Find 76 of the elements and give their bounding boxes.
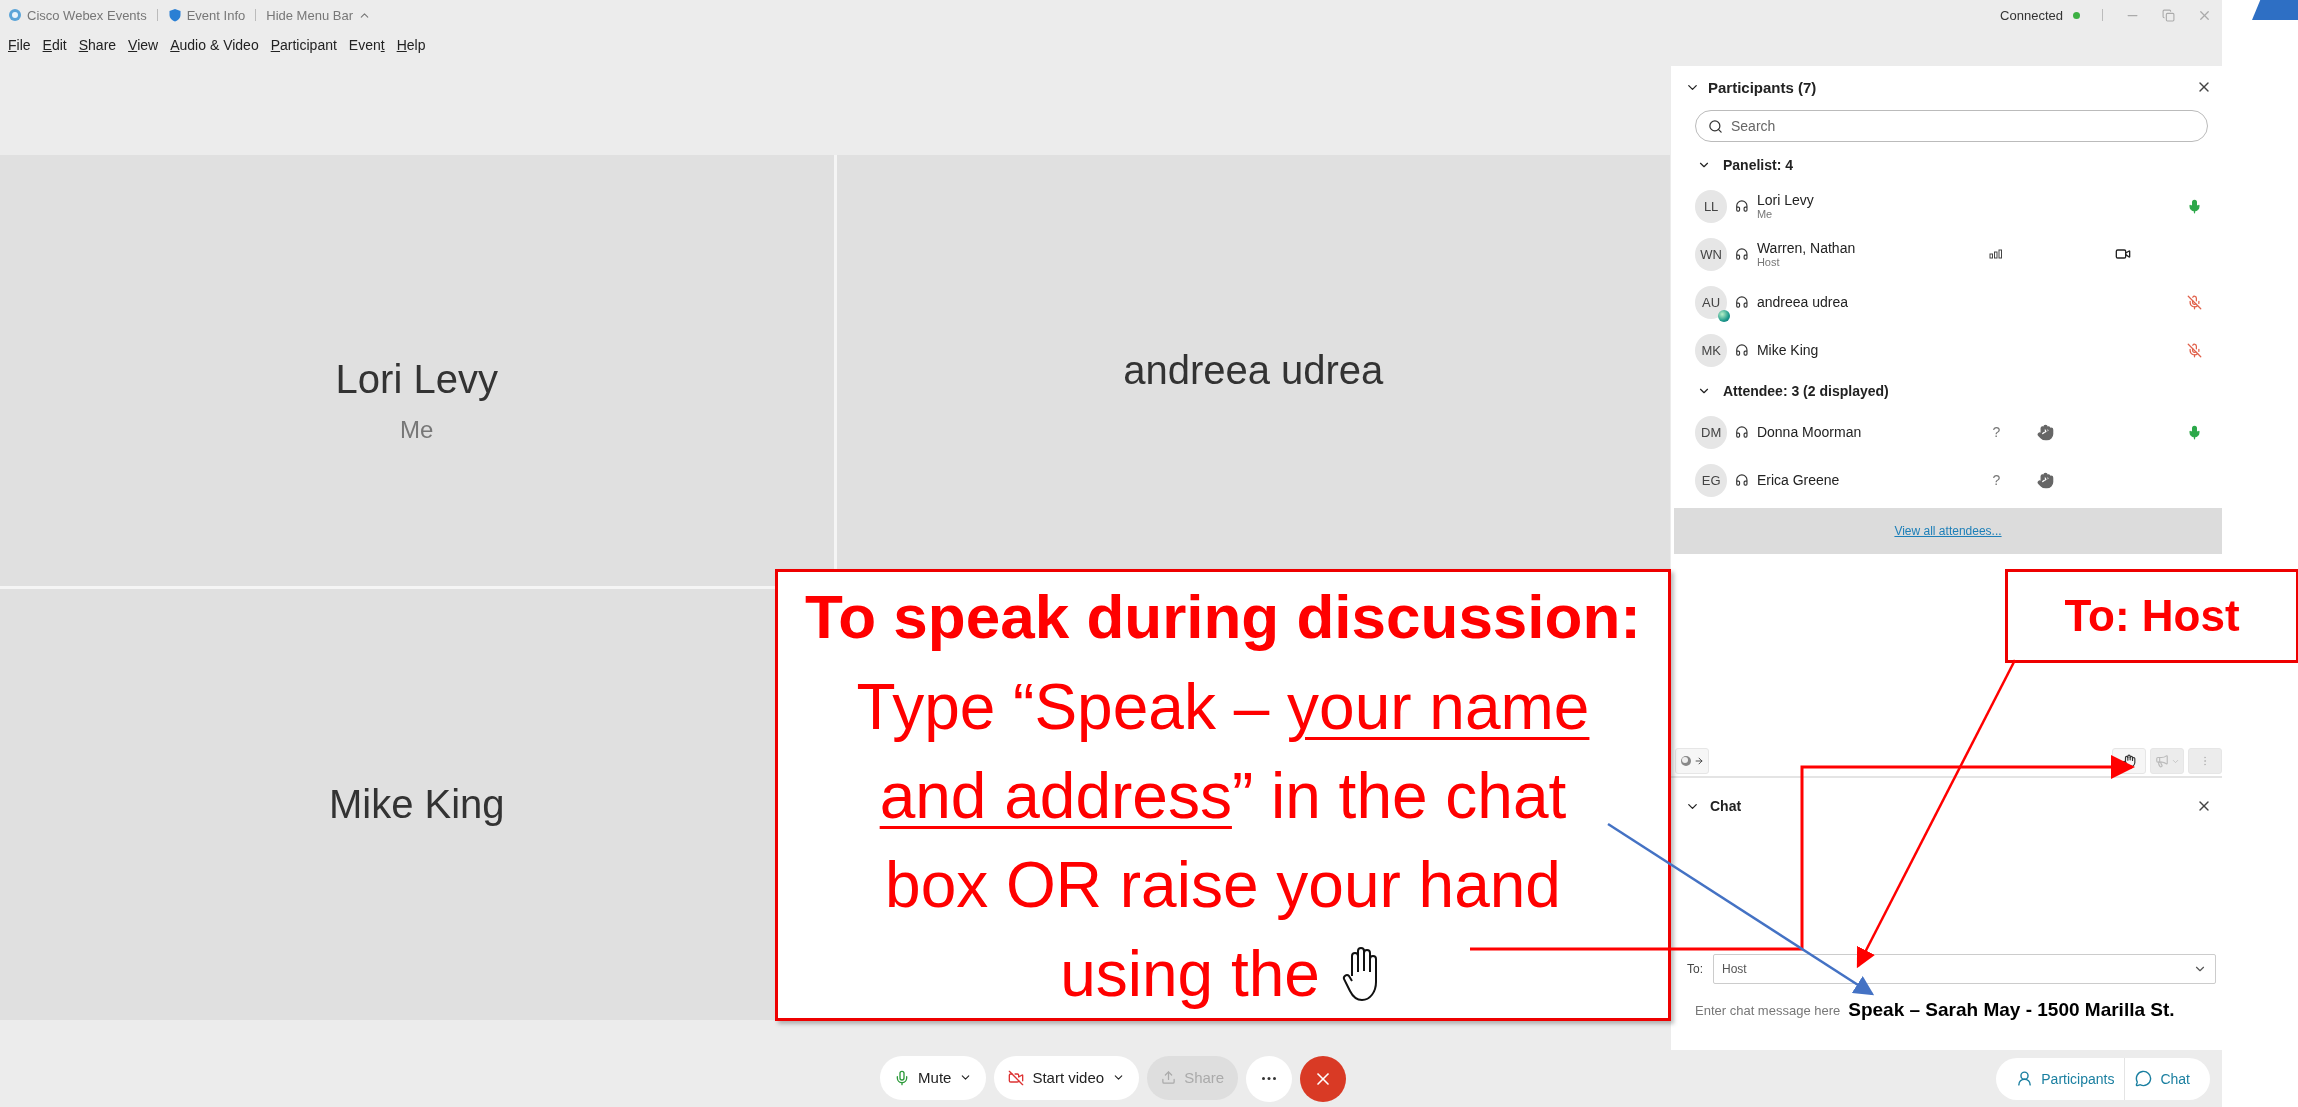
callout-title: To speak during discussion: (805, 581, 1641, 653)
hand-icon (2122, 754, 2136, 768)
headset-icon (1735, 247, 1749, 261)
avatar: EG (1695, 463, 1728, 497)
megaphone-icon (2154, 754, 2169, 768)
menu-item[interactable]: File (8, 37, 31, 53)
headset-icon (1735, 199, 1749, 213)
person-icon (2016, 1070, 2034, 1087)
participant-name: Mike King (328, 782, 505, 827)
participant-name: Lori Levy (335, 357, 498, 402)
participant-label: Me (400, 416, 434, 444)
headset-icon (1735, 473, 1749, 487)
participant-name: Donna Moorman (1756, 424, 1863, 440)
menu-item[interactable]: Edit (42, 37, 67, 53)
mute-button[interactable]: Mute (880, 1055, 987, 1100)
headset-icon (1735, 343, 1749, 357)
participant-row[interactable]: DM Donna Moorman ? (1671, 408, 2222, 456)
menu-item[interactable]: Event (348, 37, 385, 53)
group-heading: Panelist: 4 (1723, 157, 1794, 173)
app-name: Cisco Webex Events (27, 7, 147, 23)
question-mark: ? (1992, 472, 2001, 488)
field-label: To: (1687, 962, 1703, 976)
corner-mark (2252, 0, 2298, 20)
question-mark: ? (1992, 424, 2001, 440)
panel-title: Chat (1710, 798, 1742, 814)
participant-name: Mike King (1756, 342, 1820, 358)
search-icon (1708, 118, 1723, 134)
chat-tab[interactable]: Chat (2124, 1057, 2200, 1100)
headset-icon (1735, 425, 1749, 439)
headset-icon (1735, 295, 1749, 309)
participant-name: Warren, Nathan (1756, 240, 1857, 256)
group-heading: Attendee: 3 (2 displayed) (1723, 383, 1889, 399)
callout-text: Type “Speak – your name (856, 669, 1590, 745)
callout-title: To: Host (2064, 591, 2240, 641)
avatar: LL (1695, 189, 1728, 223)
example-message: Speak – Sarah May - 1500 Marilla St. (1848, 999, 2175, 1021)
callout-text: and address” in the chat (879, 758, 1567, 834)
status-icon (1680, 755, 1692, 767)
chat-input-placeholder[interactable]: Enter chat message here (1695, 1002, 1841, 1018)
menu-item[interactable]: Share (78, 37, 117, 53)
participant-row[interactable]: AU andreea udrea (1671, 278, 2222, 326)
menu-item[interactable]: Participant (270, 37, 337, 53)
participant-name: Lori Levy (1756, 192, 1815, 208)
status-button[interactable] (1675, 748, 1709, 774)
avatar: DM (1695, 415, 1728, 449)
start-video-button[interactable]: Start video (994, 1055, 1140, 1100)
callout-text: box OR raise your hand (885, 847, 1561, 923)
participants-tab[interactable]: Participants (2006, 1057, 2125, 1100)
menu-item[interactable]: Help (396, 37, 426, 53)
panel-title: Participants (7) (1708, 78, 1817, 96)
event-info-link[interactable]: Event Info (186, 7, 246, 23)
menu-item[interactable]: View (128, 37, 159, 53)
shield-icon (167, 8, 182, 22)
share-icon (1161, 1070, 1177, 1085)
participant-name: andreea udrea (1123, 348, 1384, 393)
participant-role: Me (1756, 208, 1774, 220)
callout-text: using the (1060, 936, 1320, 1012)
ellipsis-icon (1262, 1077, 1277, 1080)
participant-row[interactable]: WN Warren, Nathan Host (1671, 230, 2222, 278)
avatar: MK (1695, 333, 1728, 367)
participant-row[interactable]: MK Mike King (1671, 326, 2222, 374)
menu-item[interactable]: Audio & Video (170, 37, 259, 53)
avatar: AU (1695, 285, 1728, 319)
app-logo-icon (8, 8, 22, 22)
avatar: WN (1695, 237, 1728, 271)
connection-status: Connected (2000, 7, 2063, 23)
participant-name: andreea udrea (1756, 294, 1849, 310)
participant-name: Erica Greene (1756, 472, 1841, 488)
arrow-icon (1694, 756, 1704, 766)
participant-role: Host (1756, 256, 1781, 268)
camera-off-icon (1008, 1069, 1025, 1086)
speech-bubble-icon (2135, 1070, 2153, 1087)
participant-row[interactable]: LL Lori Levy Me (1671, 182, 2222, 230)
hide-menu-bar-button[interactable]: Hide Menu Bar (266, 7, 353, 23)
recipient-dropdown[interactable]: Host (1713, 954, 2216, 984)
participant-row[interactable]: EG Erica Greene ? (1671, 456, 2222, 504)
